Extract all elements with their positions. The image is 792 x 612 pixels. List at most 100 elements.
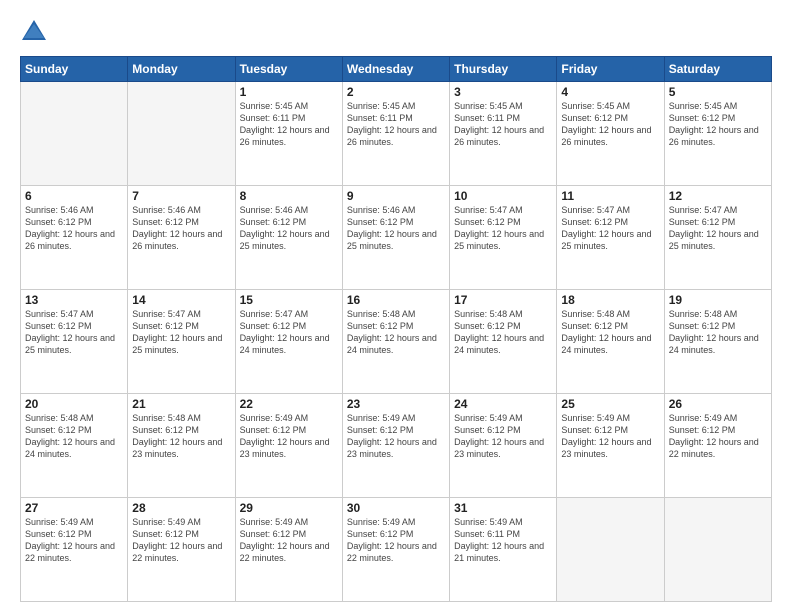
day-info: Sunrise: 5:47 AM Sunset: 6:12 PM Dayligh… bbox=[132, 308, 230, 357]
calendar-day-cell: 18Sunrise: 5:48 AM Sunset: 6:12 PM Dayli… bbox=[557, 290, 664, 394]
calendar-week-row: 13Sunrise: 5:47 AM Sunset: 6:12 PM Dayli… bbox=[21, 290, 772, 394]
day-number: 31 bbox=[454, 501, 552, 515]
calendar-day-cell: 7Sunrise: 5:46 AM Sunset: 6:12 PM Daylig… bbox=[128, 186, 235, 290]
calendar-day-cell: 4Sunrise: 5:45 AM Sunset: 6:12 PM Daylig… bbox=[557, 82, 664, 186]
day-number: 19 bbox=[669, 293, 767, 307]
day-number: 15 bbox=[240, 293, 338, 307]
calendar-day-cell bbox=[557, 498, 664, 602]
day-info: Sunrise: 5:45 AM Sunset: 6:11 PM Dayligh… bbox=[240, 100, 338, 149]
calendar-day-cell: 9Sunrise: 5:46 AM Sunset: 6:12 PM Daylig… bbox=[342, 186, 449, 290]
calendar-day-cell: 30Sunrise: 5:49 AM Sunset: 6:12 PM Dayli… bbox=[342, 498, 449, 602]
day-number: 27 bbox=[25, 501, 123, 515]
calendar-header-row: SundayMondayTuesdayWednesdayThursdayFrid… bbox=[21, 57, 772, 82]
day-number: 30 bbox=[347, 501, 445, 515]
day-info: Sunrise: 5:47 AM Sunset: 6:12 PM Dayligh… bbox=[25, 308, 123, 357]
day-number: 14 bbox=[132, 293, 230, 307]
day-info: Sunrise: 5:47 AM Sunset: 6:12 PM Dayligh… bbox=[669, 204, 767, 253]
calendar-day-cell bbox=[21, 82, 128, 186]
calendar-day-cell: 22Sunrise: 5:49 AM Sunset: 6:12 PM Dayli… bbox=[235, 394, 342, 498]
calendar-day-cell: 24Sunrise: 5:49 AM Sunset: 6:12 PM Dayli… bbox=[450, 394, 557, 498]
calendar-day-header: Sunday bbox=[21, 57, 128, 82]
day-info: Sunrise: 5:49 AM Sunset: 6:12 PM Dayligh… bbox=[347, 412, 445, 461]
calendar-week-row: 27Sunrise: 5:49 AM Sunset: 6:12 PM Dayli… bbox=[21, 498, 772, 602]
day-number: 25 bbox=[561, 397, 659, 411]
calendar-week-row: 6Sunrise: 5:46 AM Sunset: 6:12 PM Daylig… bbox=[21, 186, 772, 290]
calendar-day-cell bbox=[128, 82, 235, 186]
day-info: Sunrise: 5:47 AM Sunset: 6:12 PM Dayligh… bbox=[561, 204, 659, 253]
calendar-day-cell: 27Sunrise: 5:49 AM Sunset: 6:12 PM Dayli… bbox=[21, 498, 128, 602]
day-info: Sunrise: 5:49 AM Sunset: 6:12 PM Dayligh… bbox=[669, 412, 767, 461]
calendar-day-cell: 28Sunrise: 5:49 AM Sunset: 6:12 PM Dayli… bbox=[128, 498, 235, 602]
calendar-day-cell: 11Sunrise: 5:47 AM Sunset: 6:12 PM Dayli… bbox=[557, 186, 664, 290]
day-number: 2 bbox=[347, 85, 445, 99]
day-number: 17 bbox=[454, 293, 552, 307]
calendar-week-row: 20Sunrise: 5:48 AM Sunset: 6:12 PM Dayli… bbox=[21, 394, 772, 498]
day-number: 29 bbox=[240, 501, 338, 515]
day-number: 1 bbox=[240, 85, 338, 99]
day-info: Sunrise: 5:48 AM Sunset: 6:12 PM Dayligh… bbox=[25, 412, 123, 461]
calendar-day-cell: 10Sunrise: 5:47 AM Sunset: 6:12 PM Dayli… bbox=[450, 186, 557, 290]
day-info: Sunrise: 5:46 AM Sunset: 6:12 PM Dayligh… bbox=[25, 204, 123, 253]
day-info: Sunrise: 5:48 AM Sunset: 6:12 PM Dayligh… bbox=[561, 308, 659, 357]
day-info: Sunrise: 5:45 AM Sunset: 6:12 PM Dayligh… bbox=[561, 100, 659, 149]
header bbox=[20, 18, 772, 46]
calendar-day-cell: 6Sunrise: 5:46 AM Sunset: 6:12 PM Daylig… bbox=[21, 186, 128, 290]
day-info: Sunrise: 5:48 AM Sunset: 6:12 PM Dayligh… bbox=[132, 412, 230, 461]
calendar-week-row: 1Sunrise: 5:45 AM Sunset: 6:11 PM Daylig… bbox=[21, 82, 772, 186]
logo-icon bbox=[20, 18, 48, 46]
calendar-day-header: Monday bbox=[128, 57, 235, 82]
day-number: 21 bbox=[132, 397, 230, 411]
calendar-day-cell: 19Sunrise: 5:48 AM Sunset: 6:12 PM Dayli… bbox=[664, 290, 771, 394]
day-info: Sunrise: 5:49 AM Sunset: 6:11 PM Dayligh… bbox=[454, 516, 552, 565]
day-info: Sunrise: 5:49 AM Sunset: 6:12 PM Dayligh… bbox=[240, 412, 338, 461]
day-number: 8 bbox=[240, 189, 338, 203]
day-number: 20 bbox=[25, 397, 123, 411]
day-info: Sunrise: 5:46 AM Sunset: 6:12 PM Dayligh… bbox=[240, 204, 338, 253]
day-number: 4 bbox=[561, 85, 659, 99]
day-info: Sunrise: 5:48 AM Sunset: 6:12 PM Dayligh… bbox=[454, 308, 552, 357]
calendar-day-cell: 17Sunrise: 5:48 AM Sunset: 6:12 PM Dayli… bbox=[450, 290, 557, 394]
calendar-day-cell: 23Sunrise: 5:49 AM Sunset: 6:12 PM Dayli… bbox=[342, 394, 449, 498]
calendar-table: SundayMondayTuesdayWednesdayThursdayFrid… bbox=[20, 56, 772, 602]
day-info: Sunrise: 5:49 AM Sunset: 6:12 PM Dayligh… bbox=[561, 412, 659, 461]
day-number: 13 bbox=[25, 293, 123, 307]
calendar-day-cell: 5Sunrise: 5:45 AM Sunset: 6:12 PM Daylig… bbox=[664, 82, 771, 186]
day-info: Sunrise: 5:48 AM Sunset: 6:12 PM Dayligh… bbox=[347, 308, 445, 357]
day-number: 12 bbox=[669, 189, 767, 203]
calendar-day-cell: 3Sunrise: 5:45 AM Sunset: 6:11 PM Daylig… bbox=[450, 82, 557, 186]
day-info: Sunrise: 5:49 AM Sunset: 6:12 PM Dayligh… bbox=[347, 516, 445, 565]
calendar-day-cell: 15Sunrise: 5:47 AM Sunset: 6:12 PM Dayli… bbox=[235, 290, 342, 394]
day-number: 28 bbox=[132, 501, 230, 515]
calendar-day-cell: 26Sunrise: 5:49 AM Sunset: 6:12 PM Dayli… bbox=[664, 394, 771, 498]
calendar-day-cell: 12Sunrise: 5:47 AM Sunset: 6:12 PM Dayli… bbox=[664, 186, 771, 290]
calendar-day-header: Wednesday bbox=[342, 57, 449, 82]
day-info: Sunrise: 5:49 AM Sunset: 6:12 PM Dayligh… bbox=[454, 412, 552, 461]
calendar-day-cell: 14Sunrise: 5:47 AM Sunset: 6:12 PM Dayli… bbox=[128, 290, 235, 394]
calendar-day-header: Thursday bbox=[450, 57, 557, 82]
day-number: 11 bbox=[561, 189, 659, 203]
day-info: Sunrise: 5:45 AM Sunset: 6:12 PM Dayligh… bbox=[669, 100, 767, 149]
day-info: Sunrise: 5:49 AM Sunset: 6:12 PM Dayligh… bbox=[240, 516, 338, 565]
day-info: Sunrise: 5:46 AM Sunset: 6:12 PM Dayligh… bbox=[132, 204, 230, 253]
calendar-day-cell: 25Sunrise: 5:49 AM Sunset: 6:12 PM Dayli… bbox=[557, 394, 664, 498]
calendar-day-cell: 20Sunrise: 5:48 AM Sunset: 6:12 PM Dayli… bbox=[21, 394, 128, 498]
day-number: 22 bbox=[240, 397, 338, 411]
calendar-day-header: Saturday bbox=[664, 57, 771, 82]
calendar-day-cell: 21Sunrise: 5:48 AM Sunset: 6:12 PM Dayli… bbox=[128, 394, 235, 498]
day-info: Sunrise: 5:49 AM Sunset: 6:12 PM Dayligh… bbox=[25, 516, 123, 565]
day-number: 16 bbox=[347, 293, 445, 307]
calendar-day-cell: 1Sunrise: 5:45 AM Sunset: 6:11 PM Daylig… bbox=[235, 82, 342, 186]
calendar-day-cell: 13Sunrise: 5:47 AM Sunset: 6:12 PM Dayli… bbox=[21, 290, 128, 394]
calendar-day-cell: 29Sunrise: 5:49 AM Sunset: 6:12 PM Dayli… bbox=[235, 498, 342, 602]
day-number: 10 bbox=[454, 189, 552, 203]
day-number: 26 bbox=[669, 397, 767, 411]
calendar-day-cell: 2Sunrise: 5:45 AM Sunset: 6:11 PM Daylig… bbox=[342, 82, 449, 186]
calendar-day-cell bbox=[664, 498, 771, 602]
logo bbox=[20, 18, 52, 46]
day-info: Sunrise: 5:47 AM Sunset: 6:12 PM Dayligh… bbox=[240, 308, 338, 357]
page: SundayMondayTuesdayWednesdayThursdayFrid… bbox=[0, 0, 792, 612]
calendar-day-header: Friday bbox=[557, 57, 664, 82]
day-info: Sunrise: 5:45 AM Sunset: 6:11 PM Dayligh… bbox=[454, 100, 552, 149]
calendar-day-cell: 8Sunrise: 5:46 AM Sunset: 6:12 PM Daylig… bbox=[235, 186, 342, 290]
day-info: Sunrise: 5:49 AM Sunset: 6:12 PM Dayligh… bbox=[132, 516, 230, 565]
